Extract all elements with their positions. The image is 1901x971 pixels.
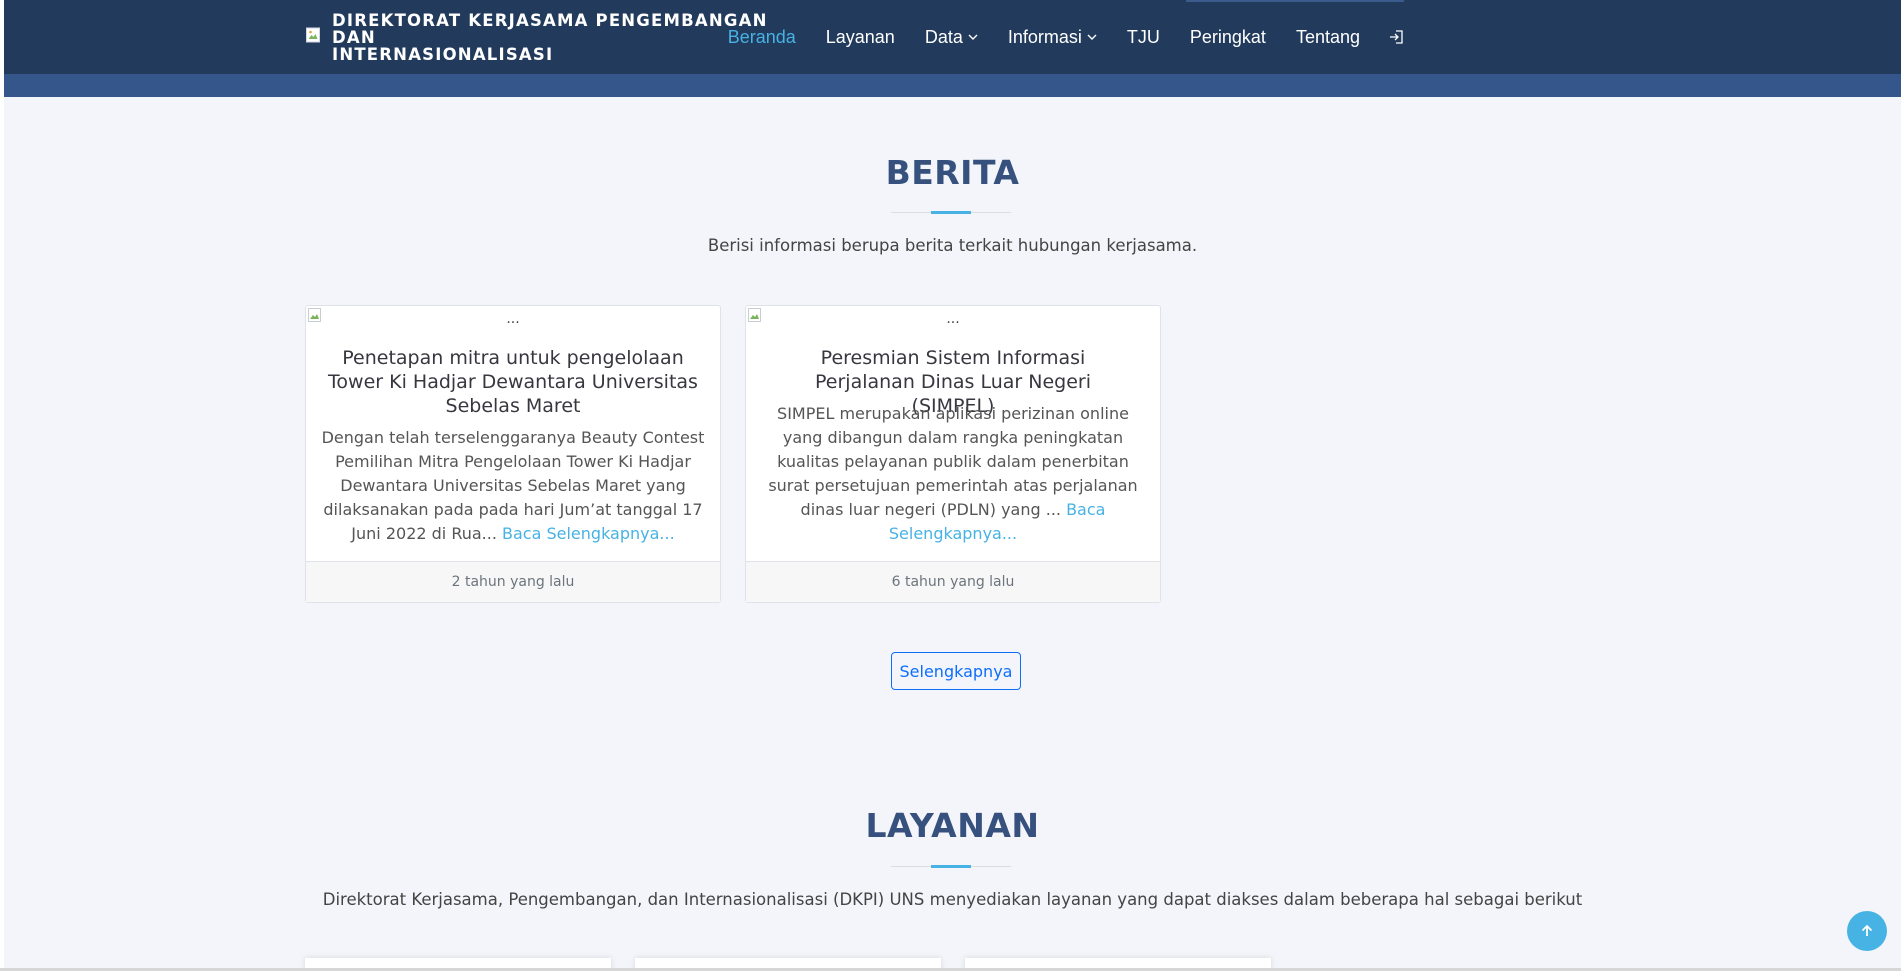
nav-peringkat[interactable]: Peringkat (1190, 27, 1266, 48)
service-card[interactable] (635, 958, 941, 968)
news-image[interactable]: ... (306, 306, 720, 332)
nav-tentang[interactable]: Tentang (1296, 27, 1360, 48)
news-excerpt: Dengan telah terselenggaranya Beauty Con… (320, 426, 706, 546)
nav-layanan[interactable]: Layanan (826, 27, 895, 48)
login-button[interactable] (1388, 29, 1404, 45)
news-card: ... Peresmian Sistem Informasi Perjalana… (745, 305, 1161, 603)
read-more-link[interactable]: Baca Selengkapnya... (502, 524, 675, 543)
nav-data[interactable]: Data (925, 27, 978, 48)
main-nav: Beranda Layanan Data Informasi TJU Perin… (698, 0, 1404, 74)
nav-label: Beranda (727, 26, 796, 47)
nav-label: Data (924, 26, 963, 47)
page-frame: DIREKTORAT KERJASAMA PENGEMBANGAN DAN IN… (4, 0, 1901, 968)
nav-label: TJU (1126, 26, 1160, 47)
news-image[interactable]: ... (746, 306, 1160, 332)
nav-beranda[interactable]: Beranda (728, 27, 796, 48)
image-alt-text: ... (946, 311, 960, 327)
news-date: 6 tahun yang lalu (746, 561, 1160, 602)
site-header: DIREKTORAT KERJASAMA PENGEMBANGAN DAN IN… (4, 0, 1901, 74)
sign-in-icon (1390, 30, 1403, 44)
service-card[interactable] (965, 958, 1271, 968)
nav-label: Tentang (1295, 26, 1360, 47)
news-excerpt: SIMPEL merupakan aplikasi perizinan onli… (760, 402, 1146, 546)
broken-logo-icon (306, 27, 320, 43)
news-date: 2 tahun yang lalu (306, 561, 720, 602)
title-accent (931, 211, 971, 214)
see-more-button[interactable]: Selengkapnya (891, 652, 1021, 690)
back-to-top-button[interactable] (1847, 911, 1887, 951)
news-card: ... Penetapan mitra untuk pengelolaan To… (305, 305, 721, 603)
service-card[interactable] (305, 958, 611, 968)
layanan-description: Direktorat Kerjasama, Pengembangan, dan … (322, 890, 1583, 909)
chevron-down-icon (1087, 34, 1097, 40)
berita-title: BERITA (885, 153, 1020, 192)
broken-image-icon (748, 308, 761, 322)
nav-label: Peringkat (1189, 26, 1266, 47)
chevron-down-icon (968, 34, 978, 40)
image-alt-text: ... (506, 311, 520, 327)
news-title: Penetapan mitra untuk pengelolaan Tower … (328, 347, 698, 417)
broken-image-icon (308, 308, 321, 322)
nav-informasi[interactable]: Informasi (1008, 27, 1097, 48)
nav-label: Layanan (825, 26, 895, 47)
nav-tju[interactable]: TJU (1127, 27, 1160, 48)
arrow-up-icon (1861, 924, 1873, 936)
header-strip (4, 74, 1901, 97)
title-accent (931, 865, 971, 868)
layanan-title: LAYANAN (865, 806, 1040, 845)
berita-description: Berisi informasi berupa berita terkait h… (707, 236, 1198, 255)
nav-label: Informasi (1007, 26, 1082, 47)
